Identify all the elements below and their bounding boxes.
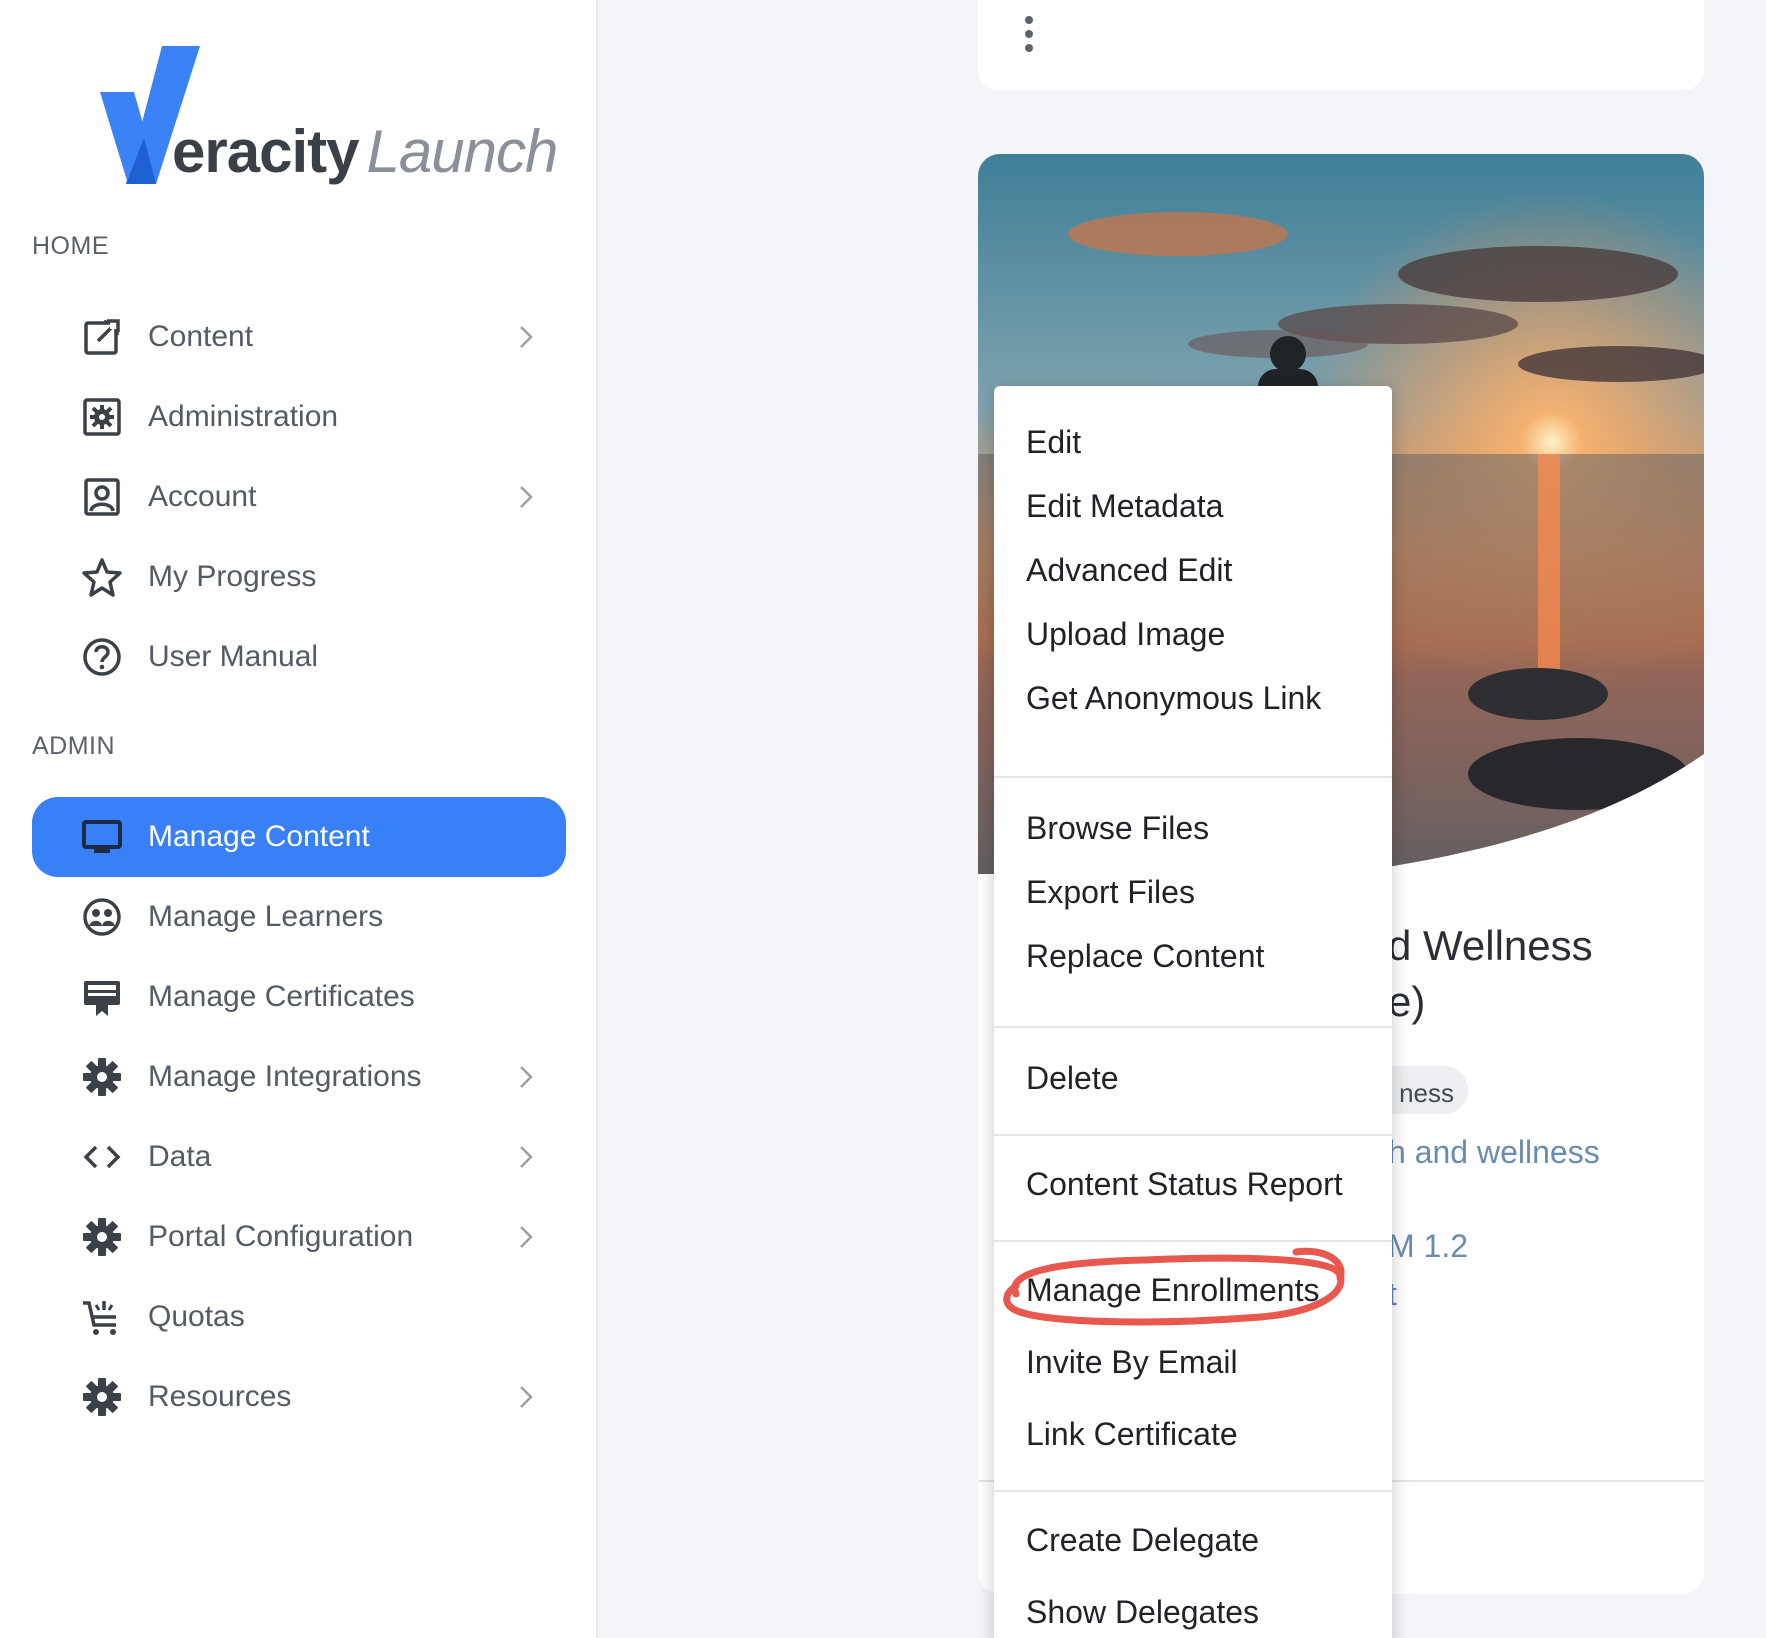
gear-icon [82,1217,122,1257]
sidebar-item-content[interactable]: Content [32,297,566,377]
sidebar-item-data[interactable]: Data [32,1117,566,1197]
menu-item-edit-metadata[interactable]: Edit Metadata [994,474,1392,538]
menu-item-link-certificate[interactable]: Link Certificate [994,1402,1392,1466]
menu-divider [994,1134,1392,1136]
sidebar-item-administration[interactable]: Administration [32,377,566,457]
help-icon [82,637,122,677]
menu-item-content-status-report[interactable]: Content Status Report [994,1152,1392,1216]
menu-item-label: Delete [1026,1060,1119,1096]
menu-item-label: Edit Metadata [1026,488,1224,524]
sidebar-item-label: Administration [148,400,339,433]
menu-item-show-delegates[interactable]: Show Delegates [994,1580,1392,1638]
chevron-right-icon [520,1386,533,1408]
menu-item-delete[interactable]: Delete [994,1046,1392,1110]
card-description: h and wellness [1388,1134,1600,1170]
account-icon [82,477,122,517]
chevron-right-icon [520,326,533,348]
sidebar: eracity Launch HOME Content Administratio… [0,0,598,1638]
menu-item-label: Link Certificate [1026,1416,1238,1452]
sidebar-item-label: Portal Configuration [148,1220,414,1253]
sidebar-item-label: Manage Content [148,820,370,853]
sidebar-item-quotas[interactable]: Quotas [32,1277,566,1357]
menu-item-browse-files[interactable]: Browse Files [994,796,1392,860]
menu-item-advanced-edit[interactable]: Advanced Edit [994,538,1392,602]
menu-divider [994,1026,1392,1028]
sidebar-item-label: Account [148,480,257,513]
menu-item-replace-content[interactable]: Replace Content [994,924,1392,988]
more-options-icon[interactable] [1022,16,1036,56]
menu-divider [994,776,1392,778]
menu-item-get-anonymous-link[interactable]: Get Anonymous Link [994,666,1392,730]
highlight-annotation [1003,1247,1345,1326]
sidebar-item-manage-integrations[interactable]: Manage Integrations [32,1037,566,1117]
menu-item-label: Upload Image [1026,616,1226,652]
menu-item-label: Content Status Report [1026,1166,1343,1202]
menu-item-label: Show Delegates [1026,1594,1260,1630]
sidebar-item-label: Manage Learners [148,900,384,933]
brand-wordmark: eracity Launch [172,122,558,182]
sidebar-item-label: Quotas [148,1300,245,1333]
menu-item-label: Get Anonymous Link [1026,680,1322,716]
sidebar-item-user-manual[interactable]: User Manual [32,617,566,697]
section-title-admin: ADMIN [32,732,116,760]
content-card-previous [978,0,1704,90]
card-format: M 1.2 [1388,1228,1469,1264]
monitor-icon [82,817,122,857]
menu-item-edit[interactable]: Edit [994,410,1392,474]
menu-item-label: Invite By Email [1026,1344,1238,1380]
sidebar-item-label: My Progress [148,560,317,593]
menu-item-label: Replace Content [1026,938,1265,974]
menu-item-label: Export Files [1026,874,1195,910]
brand-product: Launch [366,118,558,185]
sidebar-item-label: Manage Integrations [148,1060,422,1093]
sidebar-item-label: Data [148,1140,212,1173]
admin-gear-icon [82,397,122,437]
certificate-icon [82,977,122,1017]
sidebar-item-manage-certificates[interactable]: Manage Certificates [32,957,566,1037]
chevron-right-icon [520,1226,533,1248]
chevron-right-icon [520,1066,533,1088]
sidebar-item-my-progress[interactable]: My Progress [32,537,566,617]
menu-divider [994,1240,1392,1242]
star-icon [82,557,122,597]
content-actions-menu: Edit Edit Metadata Advanced Edit Upload … [994,386,1392,1638]
menu-item-upload-image[interactable]: Upload Image [994,602,1392,666]
gear-icon [82,1057,122,1097]
menu-item-label: Create Delegate [1026,1522,1260,1558]
sidebar-item-portal-configuration[interactable]: Portal Configuration [32,1197,566,1277]
sidebar-item-label: Resources [148,1380,292,1413]
sidebar-item-label: Content [148,320,254,353]
menu-item-label: Browse Files [1026,810,1210,846]
section-title-home: HOME [32,232,109,260]
menu-item-invite-by-email[interactable]: Invite By Email [994,1330,1392,1394]
sidebar-item-account[interactable]: Account [32,457,566,537]
menu-item-label: Advanced Edit [1026,552,1233,588]
chevron-right-icon [520,486,533,508]
menu-item-export-files[interactable]: Export Files [994,860,1392,924]
external-edit-icon [82,317,122,357]
menu-item-label: Edit [1026,424,1082,460]
sidebar-item-label: Manage Certificates [148,980,415,1013]
cart-icon [82,1297,122,1337]
sidebar-item-resources[interactable]: Resources [32,1357,566,1437]
sidebar-item-manage-content[interactable]: Manage Content [32,797,566,877]
brand-logo[interactable]: eracity Launch [100,38,558,198]
chevron-right-icon [520,1146,533,1168]
brand-name: eracity [172,118,359,185]
learners-icon [82,897,122,937]
menu-divider [994,1490,1392,1492]
sidebar-item-manage-learners[interactable]: Manage Learners [32,877,566,957]
gear-icon [82,1377,122,1417]
card-title-line2: e) [1388,978,1426,1025]
code-icon [82,1137,122,1177]
menu-item-create-delegate[interactable]: Create Delegate [994,1508,1392,1572]
sidebar-item-label: User Manual [148,640,319,673]
card-title: d Wellness [1388,922,1593,969]
